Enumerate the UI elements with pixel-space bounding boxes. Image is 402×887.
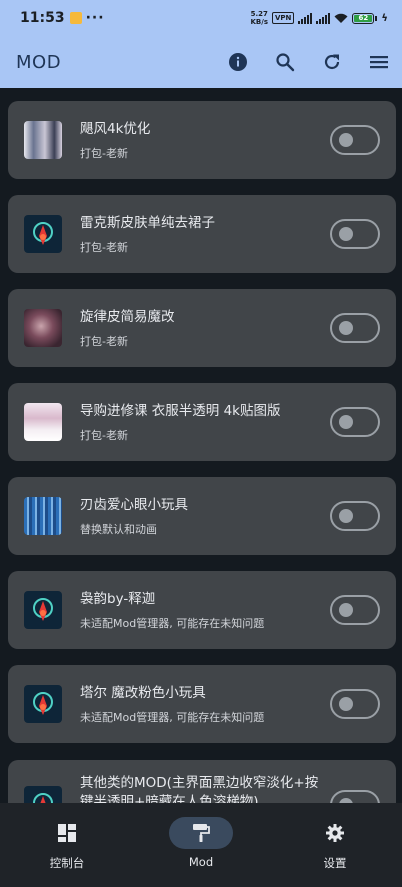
mod-toggle[interactable] [330,790,380,803]
mod-card[interactable]: 雷克斯皮肤单纯去裙子 打包-老新 [8,195,396,273]
dashboard-icon [35,817,99,849]
mod-description: 未适配Mod管理器, 可能存在未知问题 [80,711,265,724]
nav-dashboard[interactable]: 控制台 [0,803,134,887]
mod-name: 导购进修课 衣服半透明 4k贴图版 [80,403,281,419]
battery-icon: 62 [352,12,378,24]
mod-card[interactable]: 旋律皮简易魔改 打包-老新 [8,289,396,367]
mod-thumbnail [24,309,62,347]
search-icon[interactable] [261,40,308,84]
mod-list[interactable]: 飓风4k优化 打包-老新 雷克斯皮肤单纯去裙子 打包-老新 旋律皮简易魔改 打包… [0,88,402,803]
status-time: 11:53 [20,10,65,26]
vpn-badge: VPN [271,12,295,24]
refresh-icon[interactable] [308,40,355,84]
mod-card[interactable]: 袅韵by-释迦 未适配Mod管理器, 可能存在未知问题 [8,571,396,649]
app-icon [24,591,62,629]
mod-thumbnail [24,121,62,159]
page-title: MOD [16,51,62,73]
mod-card[interactable]: 塔尔 魔改粉色小玩具 未适配Mod管理器, 可能存在未知问题 [8,665,396,743]
mod-toggle[interactable] [330,595,380,625]
mod-toggle[interactable] [330,313,380,343]
mod-toggle[interactable] [330,501,380,531]
nav-label: 控制台 [49,856,85,870]
menu-icon[interactable] [355,40,402,84]
more-notifications-icon: ··· [85,10,105,26]
app-icon [24,786,62,803]
mod-name: 刃齿爱心眼小玩具 [80,497,188,513]
mod-name: 旋律皮简易魔改 [80,309,175,325]
bottom-nav: 控制台 Mod 设置 [0,803,402,887]
mod-card[interactable]: 导购进修课 衣服半透明 4k贴图版 打包-老新 [8,383,396,461]
mod-description: 打包-老新 [80,429,128,442]
gear-icon [303,817,367,849]
nav-settings[interactable]: 设置 [268,803,402,887]
status-bar: 11:53 ··· 5.27 KB/s VPN 62 ϟ [0,0,402,36]
mod-toggle[interactable] [330,125,380,155]
app-icon [24,215,62,253]
nav-label: 设置 [323,856,347,870]
paint-roller-icon [169,817,233,849]
app-icon [24,685,62,723]
mod-name: 飓风4k优化 [80,121,151,137]
mod-card[interactable]: 刃齿爱心眼小玩具 替换默认和动画 [8,477,396,555]
info-icon[interactable] [214,40,261,84]
mod-thumbnail [24,497,62,535]
app-bar: MOD [0,36,402,88]
mod-card[interactable]: 飓风4k优化 打包-老新 [8,101,396,179]
mod-description: 打包-老新 [80,335,128,348]
signal-icon-2 [316,12,331,24]
mod-name: 雷克斯皮肤单纯去裙子 [80,215,215,231]
charging-icon: ϟ [381,12,388,24]
mod-card[interactable]: 其他类的MOD(主界面黑边收窄淡化+按键半透明+暗藏在人色溶梯物) [8,760,396,803]
mod-thumbnail [24,403,62,441]
mod-name: 袅韵by-释迦 [80,591,156,607]
mod-toggle[interactable] [330,407,380,437]
mod-description: 替换默认和动画 [80,523,157,536]
mod-description: 打包-老新 [80,241,128,254]
mod-toggle[interactable] [330,219,380,249]
mod-name: 其他类的MOD(主界面黑边收窄淡化+按键半透明+暗藏在人色溶梯物) [80,775,319,803]
nav-label: Mod [188,855,214,869]
nav-mod[interactable]: Mod [134,803,268,887]
wifi-icon [334,13,348,23]
mod-description: 打包-老新 [80,147,128,160]
mod-description: 未适配Mod管理器, 可能存在未知问题 [80,617,265,630]
mod-name: 塔尔 魔改粉色小玩具 [80,685,206,701]
network-speed: 5.27 KB/s [250,10,268,26]
notification-icon [69,12,82,24]
mod-toggle[interactable] [330,689,380,719]
signal-icon [298,12,313,24]
